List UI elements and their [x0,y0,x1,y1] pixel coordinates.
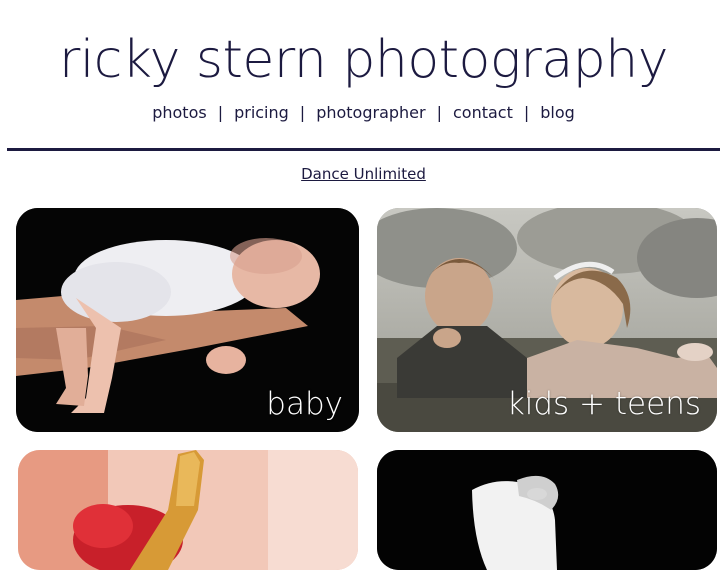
nav-separator: | [523,103,530,122]
champagne-photo [18,450,358,570]
tile-caption: kids + teens [506,386,701,422]
maternity-photo [377,450,717,570]
nav-link-photos[interactable]: photos [152,103,206,122]
nav-link-blog[interactable]: blog [540,103,575,122]
nav-link-photographer[interactable]: photographer [316,103,425,122]
header-divider [7,148,720,151]
tile-caption: baby [266,386,343,422]
featured-banner: Dance Unlimited [0,163,727,185]
nav-separator: | [436,103,442,122]
nav-separator: | [299,103,306,122]
site-title: ricky stern photography [58,30,669,90]
gallery-tile-kids-teens[interactable]: kids + teens [377,208,717,432]
gallery-tile-4[interactable] [377,450,717,570]
nav-link-contact[interactable]: contact [453,103,513,122]
featured-link[interactable]: Dance Unlimited [301,165,426,183]
gallery-tile-baby[interactable]: baby [16,208,359,432]
gallery-tile-3[interactable] [18,450,358,570]
nav-link-pricing[interactable]: pricing [234,103,289,122]
main-nav: photos | pricing | photographer | contact | blog [0,101,727,125]
nav-separator: | [217,103,224,122]
